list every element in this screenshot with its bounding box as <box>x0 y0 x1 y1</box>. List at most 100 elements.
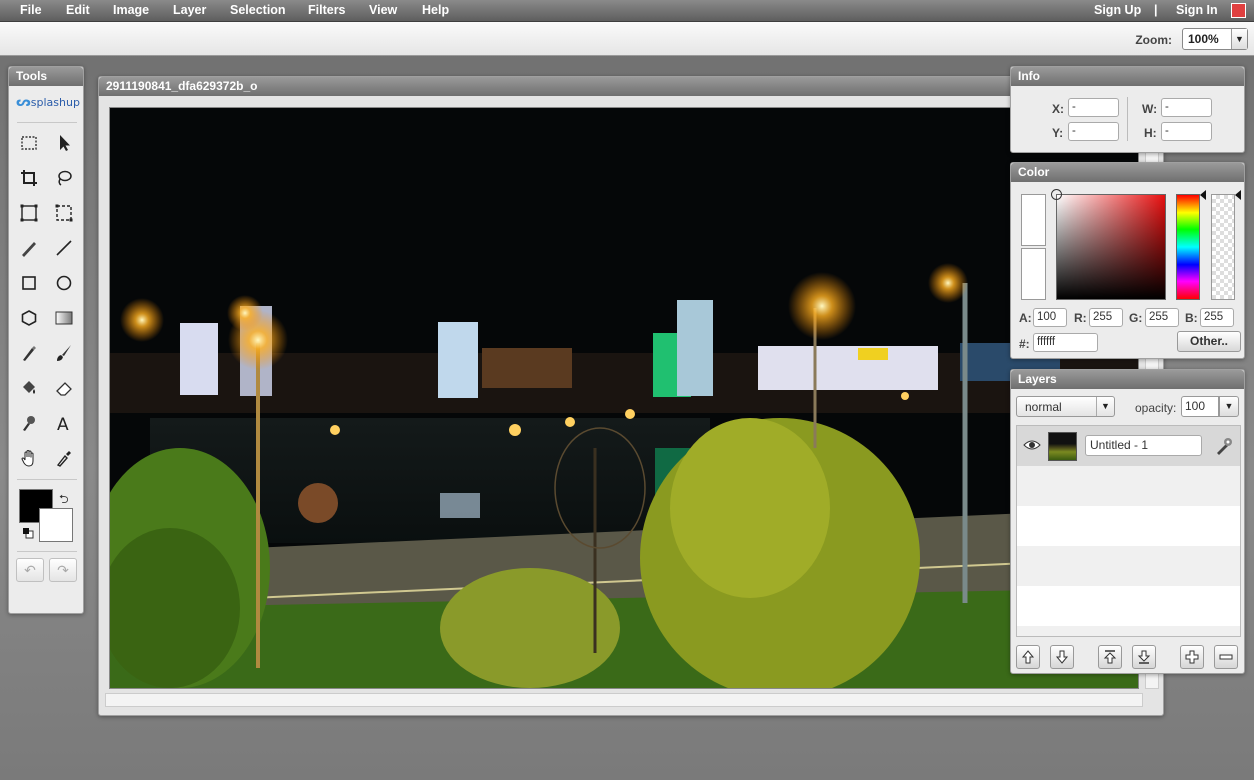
hex-label: #: <box>1019 337 1030 351</box>
sign-up-link[interactable]: Sign Up <box>1094 3 1141 17</box>
saturation-value-picker[interactable] <box>1051 189 1166 300</box>
undo-button[interactable]: ↶ <box>16 558 44 582</box>
polygon-tool-icon[interactable] <box>15 304 43 332</box>
move-arrow-icon[interactable] <box>50 129 78 157</box>
arrow-top-icon <box>1103 650 1117 664</box>
reset-colors-icon[interactable] <box>22 527 34 539</box>
other-color-button[interactable]: Other.. <box>1177 331 1241 352</box>
eraser-tool-icon[interactable] <box>50 374 78 402</box>
delete-layer-button[interactable] <box>1214 645 1238 669</box>
svg-text:A: A <box>57 415 69 433</box>
text-tool-icon[interactable]: A <box>50 409 78 437</box>
h-label: H: <box>1144 126 1157 140</box>
alpha-marker-icon[interactable] <box>1235 190 1241 200</box>
menu-image[interactable]: Image <box>113 3 149 17</box>
document-title: 2911190841_dfa629372b_o <box>99 77 1163 96</box>
move-layer-up-button[interactable] <box>1016 645 1040 669</box>
rectangle-tool-icon[interactable] <box>15 269 43 297</box>
canvas-photo <box>110 108 1138 688</box>
pen-tool-icon[interactable] <box>15 339 43 367</box>
eyedropper-icon[interactable] <box>50 444 78 472</box>
layer-row[interactable]: Untitled - 1 <box>1017 426 1240 466</box>
alpha-input[interactable]: 100 <box>1033 308 1067 327</box>
opacity-input[interactable]: 100 <box>1181 396 1219 417</box>
divider <box>17 551 77 552</box>
swap-colors-icon[interactable]: ⮌ <box>59 490 69 511</box>
document-window: 2911190841_dfa629372b_o <box>98 76 1164 716</box>
info-panel: Info X: - Y: - W: - H: - <box>1010 66 1245 153</box>
menu-view[interactable]: View <box>369 3 397 17</box>
picker-cursor-icon[interactable] <box>1051 189 1062 200</box>
menu-help[interactable]: Help <box>422 3 449 17</box>
menu-edit[interactable]: Edit <box>66 3 90 17</box>
splashup-logo: ᔕsplashup <box>16 95 80 110</box>
eye-icon[interactable] <box>1023 438 1041 452</box>
zoom-label: Zoom: <box>1135 33 1172 47</box>
empty-layer-row <box>1017 506 1240 546</box>
layers-panel: Layers normal ▼ opacity: 100 ▼ Untitled … <box>1010 369 1245 674</box>
arrow-up-icon <box>1021 650 1035 664</box>
blend-mode-select[interactable]: normal ▼ <box>1016 396 1115 417</box>
current-color-swatch[interactable] <box>1021 194 1046 246</box>
h-field: - <box>1161 122 1212 141</box>
alpha-label: A: <box>1019 311 1032 325</box>
color-panel-title: Color <box>1011 163 1244 182</box>
horizontal-scrollbar[interactable] <box>105 693 1143 707</box>
blue-input[interactable]: 255 <box>1200 308 1234 327</box>
free-transform-icon[interactable] <box>50 199 78 227</box>
chevron-down-icon: ▼ <box>1096 397 1114 416</box>
add-layer-button[interactable] <box>1180 645 1204 669</box>
green-label: G: <box>1129 311 1143 325</box>
layer-list: Untitled - 1 <box>1016 425 1241 637</box>
minus-icon <box>1219 654 1233 660</box>
chevron-down-icon: ▼ <box>1224 401 1234 411</box>
arrow-down-icon <box>1055 650 1069 664</box>
menu-selection[interactable]: Selection <box>230 3 286 17</box>
menu-bar: File Edit Image Layer Selection Filters … <box>0 0 1254 22</box>
redo-button[interactable]: ↷ <box>49 558 77 582</box>
blend-mode-value: normal <box>1025 400 1062 414</box>
layer-name-field[interactable]: Untitled - 1 <box>1085 435 1202 456</box>
opacity-dropdown-button[interactable]: ▼ <box>1219 396 1239 417</box>
transform-tool-icon[interactable] <box>15 199 43 227</box>
lasso-tool-icon[interactable] <box>50 164 78 192</box>
hex-input[interactable]: ffffff <box>1033 333 1098 352</box>
y-label: Y: <box>1052 126 1064 140</box>
w-label: W: <box>1142 102 1158 116</box>
menu-file[interactable]: File <box>20 3 42 17</box>
zoom-select[interactable]: 100% ▼ <box>1182 28 1248 50</box>
move-layer-bottom-button[interactable] <box>1132 645 1156 669</box>
divider <box>1127 97 1128 141</box>
marquee-tool-icon[interactable] <box>15 129 43 157</box>
zoom-value: 100% <box>1188 32 1219 46</box>
hand-tool-icon[interactable] <box>15 444 43 472</box>
move-layer-down-button[interactable] <box>1050 645 1074 669</box>
undo-icon: ↶ <box>24 562 36 578</box>
fill-bucket-icon[interactable] <box>15 374 43 402</box>
empty-layer-row <box>1017 586 1240 626</box>
image-canvas[interactable] <box>109 107 1139 689</box>
line-tool-icon[interactable] <box>50 234 78 262</box>
hue-marker-icon[interactable] <box>1200 190 1206 200</box>
sign-in-link[interactable]: Sign In <box>1176 3 1218 17</box>
green-input[interactable]: 255 <box>1145 308 1179 327</box>
redo-icon: ↷ <box>57 562 69 578</box>
hue-slider[interactable] <box>1176 194 1200 300</box>
menu-filters[interactable]: Filters <box>308 3 346 17</box>
x-field: - <box>1068 98 1119 117</box>
empty-layer-row <box>1017 546 1240 586</box>
background-color-swatch[interactable] <box>39 508 73 542</box>
clone-stamp-icon[interactable] <box>15 409 43 437</box>
ellipse-tool-icon[interactable] <box>50 269 78 297</box>
move-layer-top-button[interactable] <box>1098 645 1122 669</box>
brush-tool-icon[interactable] <box>50 339 78 367</box>
pencil-tool-icon[interactable] <box>15 234 43 262</box>
crop-tool-icon[interactable] <box>15 164 43 192</box>
alpha-slider[interactable] <box>1211 194 1235 300</box>
close-icon[interactable] <box>1231 3 1246 18</box>
red-input[interactable]: 255 <box>1089 308 1123 327</box>
gradient-tool-icon[interactable] <box>50 304 78 332</box>
previous-color-swatch[interactable] <box>1021 248 1046 300</box>
layer-effects-icon[interactable] <box>1214 436 1234 456</box>
menu-layer[interactable]: Layer <box>173 3 206 17</box>
